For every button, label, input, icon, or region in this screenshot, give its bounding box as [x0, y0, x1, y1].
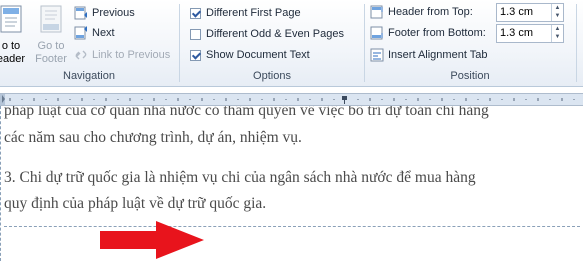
spinner-arrows[interactable]: ▲ ▼	[551, 24, 563, 42]
previous-button[interactable]: Previous	[74, 4, 135, 22]
body-text-line: 3. Chi dự trữ quốc gia là nhiệm vụ chi c…	[4, 169, 476, 186]
center-tab-stop-icon	[342, 96, 347, 104]
header-from-top-label: Header from Top:	[388, 6, 473, 18]
go-to-footer-label-1: Go to	[37, 40, 65, 52]
header-footer-ribbon: o to eader Go to Footer Previous Next Li	[0, 0, 583, 87]
different-odd-even-label: Different Odd & Even Pages	[206, 28, 344, 40]
link-to-previous-label: Link to Previous	[92, 49, 171, 61]
header-footer-boundary	[4, 226, 580, 227]
footer-from-bottom-label: Footer from Bottom:	[388, 27, 486, 39]
footer-from-bottom-input[interactable]	[497, 25, 551, 41]
spin-up-icon[interactable]: ▲	[552, 25, 563, 34]
header-position-icon	[370, 5, 383, 19]
group-divider	[576, 4, 577, 82]
navigation-group-label: Navigation	[63, 70, 115, 82]
go-to-header-label-2: eader	[0, 53, 26, 65]
horizontal-ruler[interactable]	[0, 93, 583, 106]
header-from-top-row: Header from Top: ▲ ▼	[370, 2, 564, 22]
previous-icon	[74, 6, 87, 20]
link-icon	[75, 50, 87, 60]
footer-from-bottom-row: Footer from Bottom: ▲ ▼	[370, 23, 564, 43]
body-text-line: pháp luật của cơ quan nhà nước có thẩm q…	[4, 106, 489, 119]
different-first-page-checkbox[interactable]: Different First Page	[190, 4, 301, 22]
body-text-line: quy định của pháp luật về dự trữ quốc gi…	[4, 195, 267, 212]
go-to-header-button[interactable]: o to eader	[0, 4, 30, 66]
alignment-tab-icon	[370, 48, 384, 62]
document-page[interactable]: pháp luật của cơ quan nhà nước có thẩm q…	[0, 106, 583, 261]
spin-up-icon[interactable]: ▲	[552, 4, 563, 13]
go-to-footer-label-2: Footer	[35, 53, 67, 65]
show-document-text-label: Show Document Text	[206, 49, 310, 61]
next-button[interactable]: Next	[74, 24, 115, 42]
go-to-header-icon	[0, 5, 22, 33]
insert-alignment-tab-label: Insert Alignment Tab	[388, 49, 488, 61]
spin-down-icon[interactable]: ▼	[552, 33, 563, 42]
show-document-text-checkbox[interactable]: Show Document Text	[190, 46, 310, 64]
checkbox-checked	[190, 7, 201, 19]
different-first-page-label: Different First Page	[206, 7, 301, 19]
header-from-top-spinner[interactable]: ▲ ▼	[496, 2, 564, 22]
ruler-ticks	[0, 94, 575, 105]
footer-position-icon	[370, 26, 383, 40]
previous-label: Previous	[92, 7, 135, 19]
go-to-header-label-1: o to	[1, 40, 21, 52]
page-left-edge	[0, 106, 2, 261]
header-from-top-input[interactable]	[497, 4, 551, 20]
go-to-footer-icon	[40, 5, 62, 33]
red-arrow-icon	[100, 221, 204, 259]
checkbox-unchecked	[190, 28, 201, 40]
footer-from-bottom-spinner[interactable]: ▲ ▼	[496, 23, 564, 43]
next-icon	[74, 26, 87, 40]
insert-alignment-tab-button[interactable]: Insert Alignment Tab	[370, 46, 487, 64]
go-to-footer-button[interactable]: Go to Footer	[32, 4, 70, 66]
spin-down-icon[interactable]: ▼	[552, 12, 563, 21]
checkbox-checked	[190, 49, 201, 61]
spinner-arrows[interactable]: ▲ ▼	[551, 3, 563, 21]
different-odd-even-checkbox[interactable]: Different Odd & Even Pages	[190, 25, 344, 43]
body-text-line: các năm sau cho chương trình, dự án, nhi…	[4, 129, 302, 146]
options-group-label: Options	[253, 70, 291, 82]
position-group-label: Position	[450, 70, 490, 82]
next-label: Next	[92, 27, 115, 39]
link-to-previous-button[interactable]: Link to Previous	[74, 46, 170, 64]
